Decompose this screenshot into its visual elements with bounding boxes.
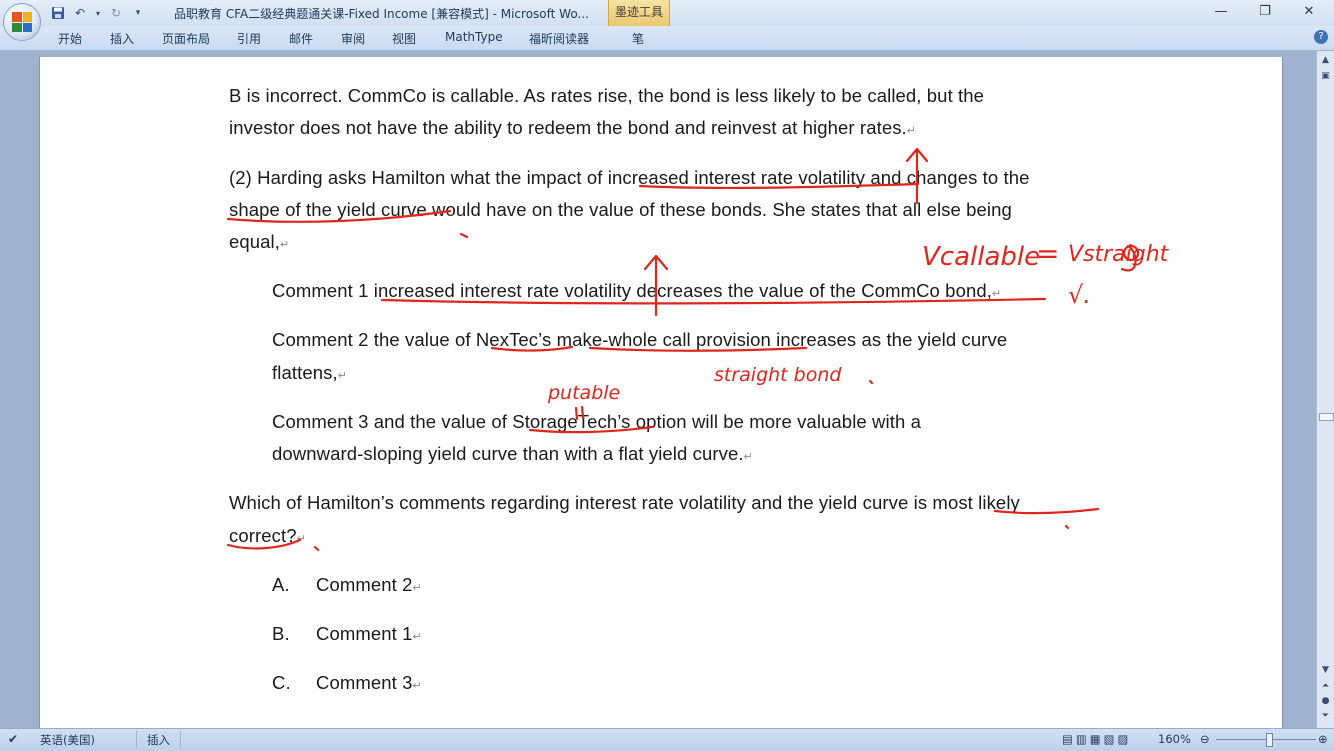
paragraph-line: investor does not have the ability to re… (229, 117, 917, 138)
window-title: 品职教育 CFA二级经典题通关课-Fixed Income [兼容模式] - M… (174, 7, 589, 21)
next-page-icon[interactable]: ⏷ (1318, 709, 1333, 723)
zoom-slider-thumb[interactable] (1266, 733, 1273, 747)
ink-tools-contextual-tab[interactable]: 墨迹工具 (608, 0, 670, 26)
tab-pen[interactable]: 笔 (632, 30, 644, 47)
tab-page-layout[interactable]: 页面布局 (162, 30, 210, 47)
paragraph-line: (2) Harding asks Hamilton what the impac… (229, 167, 1030, 188)
option-c-letter: C. (272, 672, 291, 693)
option-a: Comment 2↵ (316, 574, 422, 595)
paragraph-line: B is incorrect. CommCo is callable. As r… (229, 85, 985, 106)
tab-references[interactable]: 引用 (237, 30, 261, 47)
dropdown-arrow-icon[interactable]: ▾ (94, 5, 102, 21)
status-divider (180, 731, 181, 748)
view-buttons[interactable]: ▤▥▦▧▨ (1062, 732, 1131, 746)
comment-1: Comment 1 increased interest rate volati… (272, 280, 1002, 301)
browse-object-icon[interactable]: ● (1318, 694, 1333, 708)
paragraph-line: equal,↵ (229, 231, 290, 252)
save-icon[interactable] (50, 5, 66, 21)
tab-insert[interactable]: 插入 (110, 30, 134, 47)
zoom-in-icon[interactable]: ⊕ (1318, 732, 1328, 746)
tab-mailings[interactable]: 邮件 (289, 30, 313, 47)
comment-2-cont: flattens,↵ (272, 362, 348, 383)
comment-3: Comment 3 and the value of StorageTech’s… (272, 411, 921, 432)
tab-mathtype[interactable]: MathType (445, 30, 503, 44)
scroll-up-icon[interactable]: ▲ (1318, 53, 1333, 67)
ruler-toggle-icon[interactable]: ▣ (1318, 69, 1333, 83)
tab-foxit-reader[interactable]: 福昕阅读器 (529, 30, 589, 47)
question-line: correct?↵ (229, 525, 306, 546)
minimize-button[interactable]: — (1206, 2, 1236, 22)
option-a-letter: A. (272, 574, 290, 595)
tab-home[interactable]: 开始 (58, 30, 82, 47)
quick-access-toolbar: ↶ ▾ ↻ ▾ (50, 4, 146, 22)
vertical-scrollbar[interactable]: ▲ ▣ ▼ ⏶ ● ⏷ (1316, 51, 1334, 728)
question-line: Which of Hamilton’s comments regarding i… (229, 492, 1020, 513)
help-icon[interactable]: ? (1314, 30, 1328, 44)
zoom-level[interactable]: 160% (1158, 732, 1191, 746)
tab-review[interactable]: 审阅 (341, 30, 365, 47)
spelling-check-icon[interactable]: ✔ (8, 732, 18, 746)
close-button[interactable]: ✕ (1294, 2, 1324, 22)
prev-page-icon[interactable]: ⏶ (1318, 679, 1333, 693)
redo-icon[interactable]: ↻ (108, 5, 124, 21)
tab-view[interactable]: 视图 (392, 30, 416, 47)
comment-3-cont: downward-sloping yield curve than with a… (272, 443, 753, 464)
paragraph-line: shape of the yield curve would have on t… (229, 199, 1012, 220)
option-c: Comment 3↵ (316, 672, 422, 693)
undo-icon[interactable]: ↶ (72, 5, 88, 21)
ribbon-tab-bar: 开始 插入 页面布局 引用 邮件 审阅 视图 MathType 福昕阅读器 笔 … (0, 26, 1334, 51)
document-area[interactable]: B is incorrect. CommCo is callable. As r… (0, 51, 1316, 728)
option-b-letter: B. (272, 623, 290, 644)
insert-mode-indicator[interactable]: 插入 (147, 732, 170, 748)
zoom-out-icon[interactable]: ⊖ (1200, 732, 1210, 746)
scroll-down-icon[interactable]: ▼ (1318, 663, 1333, 677)
scroll-thumb[interactable] (1319, 413, 1334, 421)
customize-qat-icon[interactable]: ▾ (130, 5, 146, 21)
status-bar: ✔ 英语(美国) 插入 ▤▥▦▧▨ 160% ⊖ ⊕ (0, 728, 1334, 751)
comment-2: Comment 2 the value of NexTec’s make-who… (272, 329, 1008, 350)
office-logo-icon (12, 12, 32, 32)
option-b: Comment 1↵ (316, 623, 422, 644)
language-indicator[interactable]: 英语(美国) (40, 732, 95, 748)
restore-button[interactable]: ❐ (1250, 2, 1280, 22)
title-bar: ↶ ▾ ↻ ▾ 品职教育 CFA二级经典题通关课-Fixed Income [兼… (0, 0, 1334, 26)
document-page[interactable]: B is incorrect. CommCo is callable. As r… (39, 57, 1283, 728)
office-button[interactable] (3, 3, 41, 41)
status-divider (136, 731, 137, 748)
